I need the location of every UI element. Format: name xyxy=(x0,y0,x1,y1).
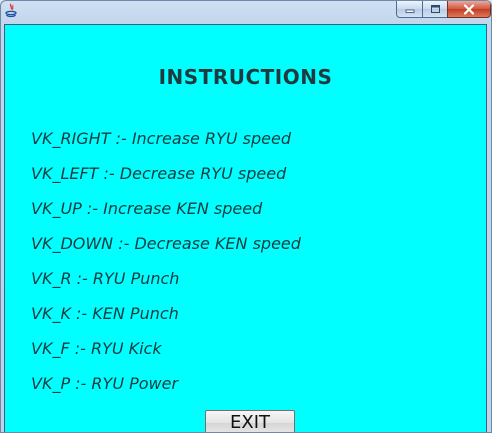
app-window: INSTRUCTIONS VK_RIGHT :- Increase RYU sp… xyxy=(0,0,492,433)
close-button[interactable] xyxy=(447,1,491,18)
exit-button[interactable]: EXIT xyxy=(205,410,295,432)
java-icon xyxy=(4,3,18,19)
title-bar[interactable] xyxy=(1,1,491,23)
page-title: INSTRUCTIONS xyxy=(158,65,333,89)
instructions-panel: INSTRUCTIONS VK_RIGHT :- Increase RYU sp… xyxy=(4,24,487,432)
window-controls xyxy=(396,1,491,18)
maximize-icon xyxy=(430,5,440,13)
instruction-item: VK_RIGHT :- Increase RYU speed xyxy=(31,129,291,148)
close-icon xyxy=(463,3,475,15)
instruction-item: VK_F :- RYU Kick xyxy=(31,339,162,358)
instruction-item: VK_LEFT :- Decrease RYU speed xyxy=(31,164,287,183)
instruction-list: VK_RIGHT :- Increase RYU speed VK_LEFT :… xyxy=(31,129,301,409)
instruction-item: VK_UP :- Increase KEN speed xyxy=(31,199,263,218)
instruction-item: VK_K :- KEN Punch xyxy=(31,304,179,323)
minimize-button[interactable] xyxy=(396,1,422,18)
instruction-item: VK_R :- RYU Punch xyxy=(31,269,180,288)
instruction-item: VK_P :- RYU Power xyxy=(31,374,179,393)
instruction-item: VK_DOWN :- Decrease KEN speed xyxy=(31,234,301,253)
minimize-icon xyxy=(405,9,414,13)
maximize-button[interactable] xyxy=(422,1,447,18)
